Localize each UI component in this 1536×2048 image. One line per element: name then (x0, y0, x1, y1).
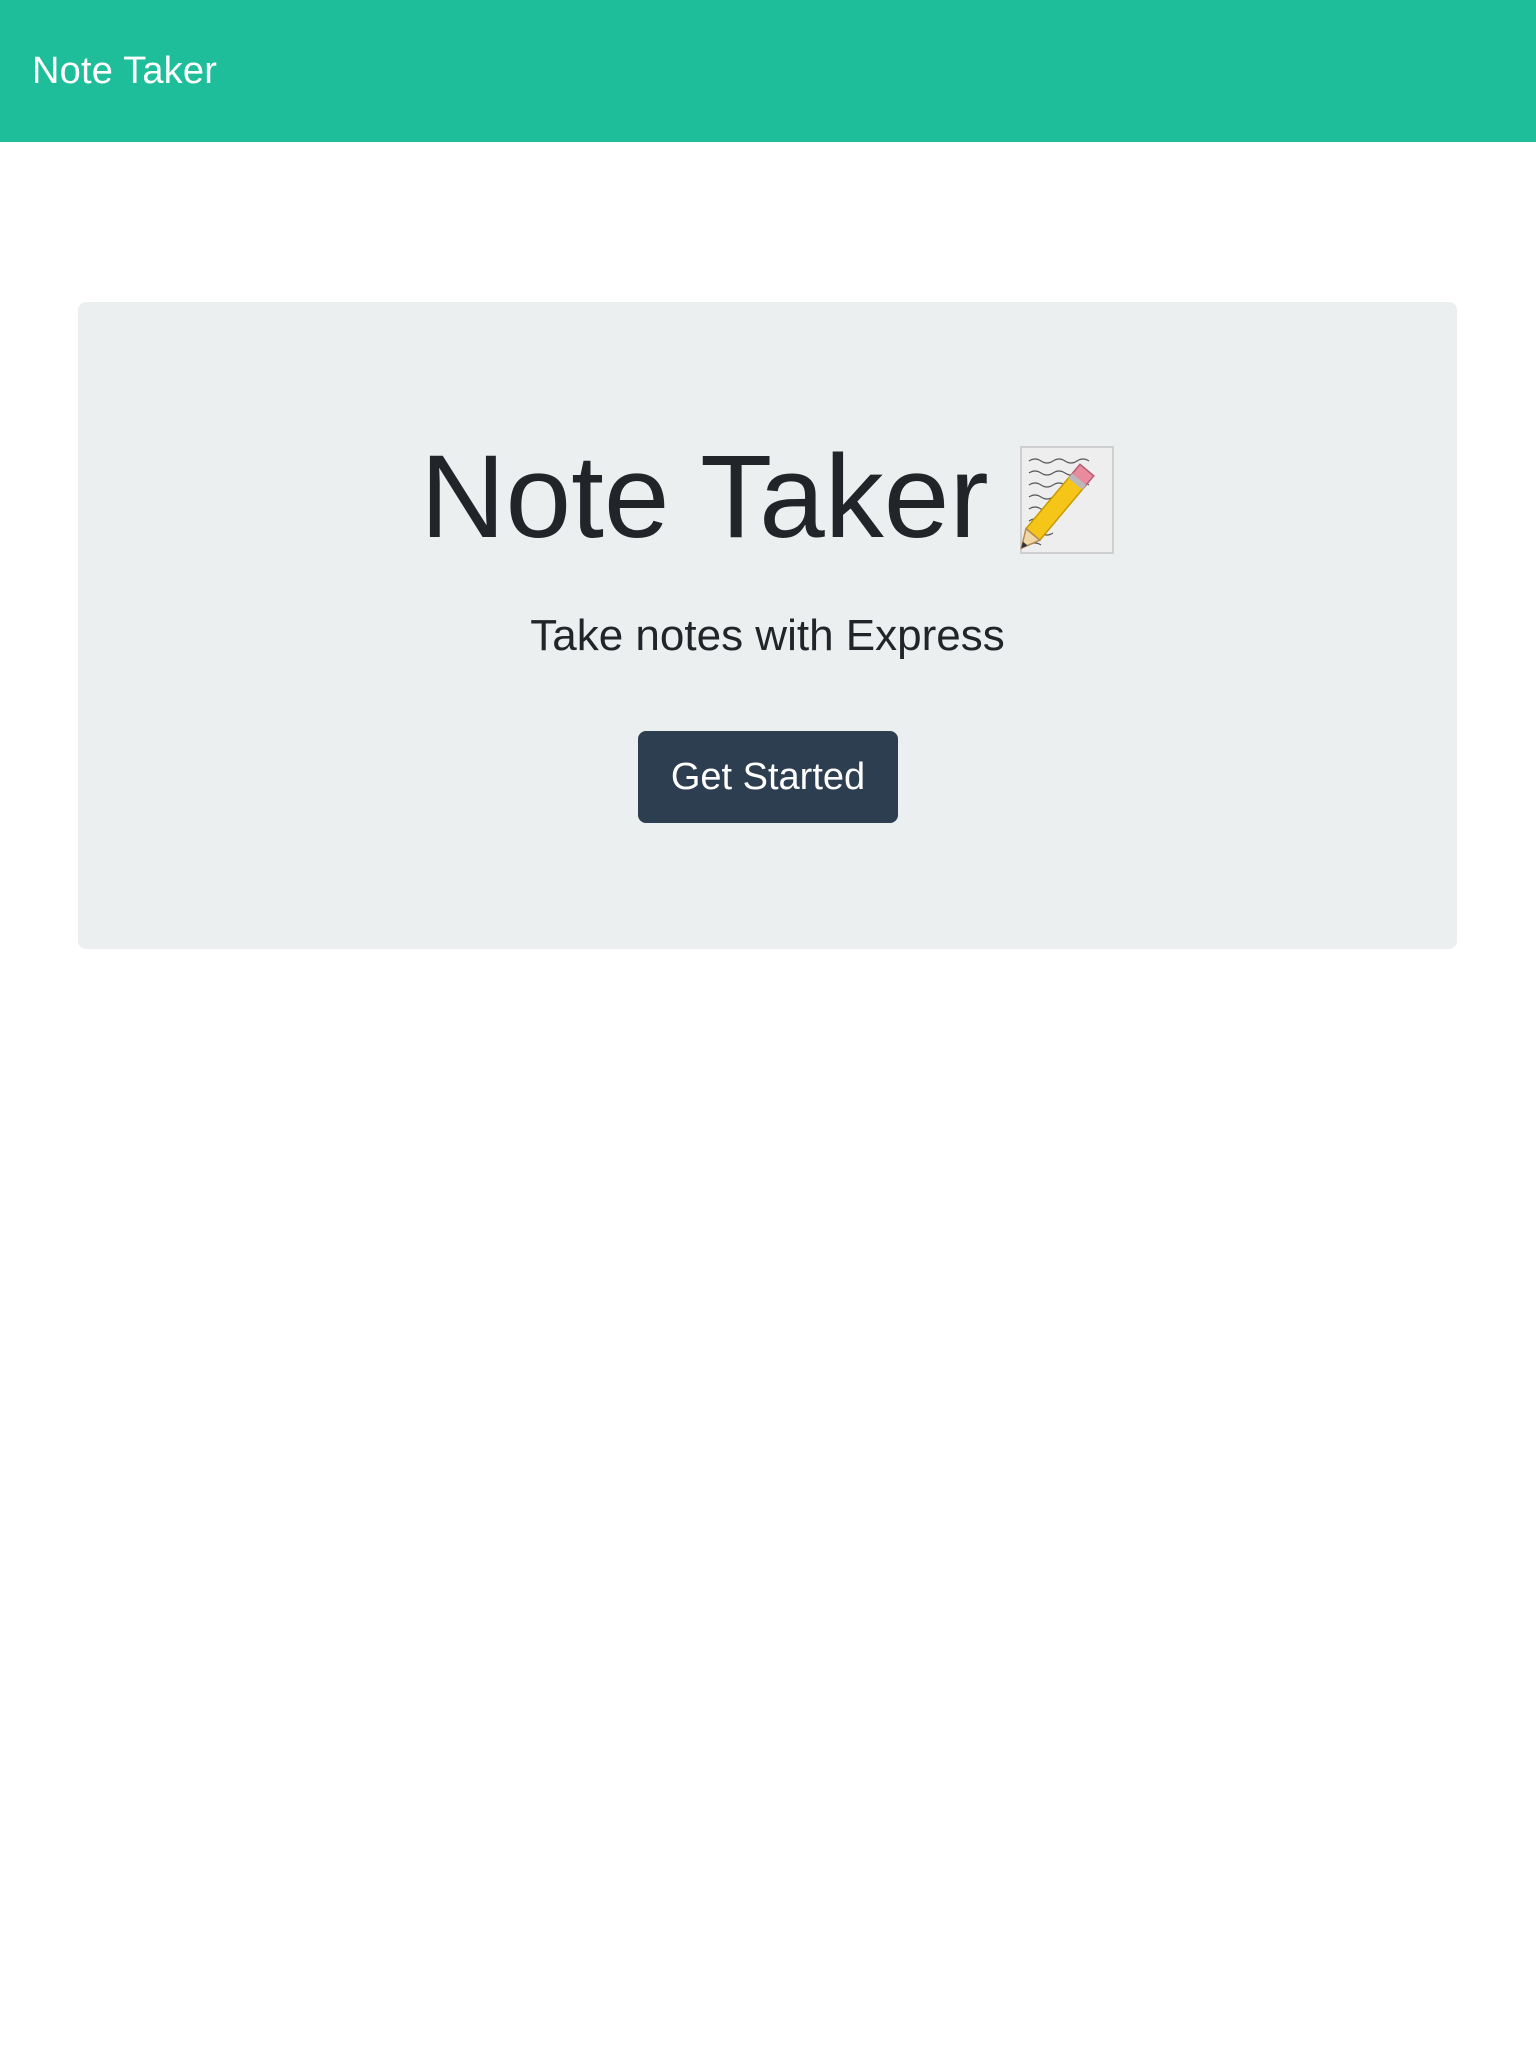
hero-subtitle: Take notes with Express (530, 611, 1005, 660)
top-navbar: Note Taker (0, 0, 1536, 142)
navbar-brand-link[interactable]: Note Taker (32, 52, 217, 90)
page-title: Note Taker (420, 431, 989, 563)
hero-jumbotron: Note Taker Take notes with Express Get S… (78, 302, 1457, 949)
get-started-button[interactable]: Get Started (638, 731, 898, 823)
page-title-row: Note Taker (78, 438, 1457, 556)
memo-pencil-icon (1019, 445, 1115, 555)
